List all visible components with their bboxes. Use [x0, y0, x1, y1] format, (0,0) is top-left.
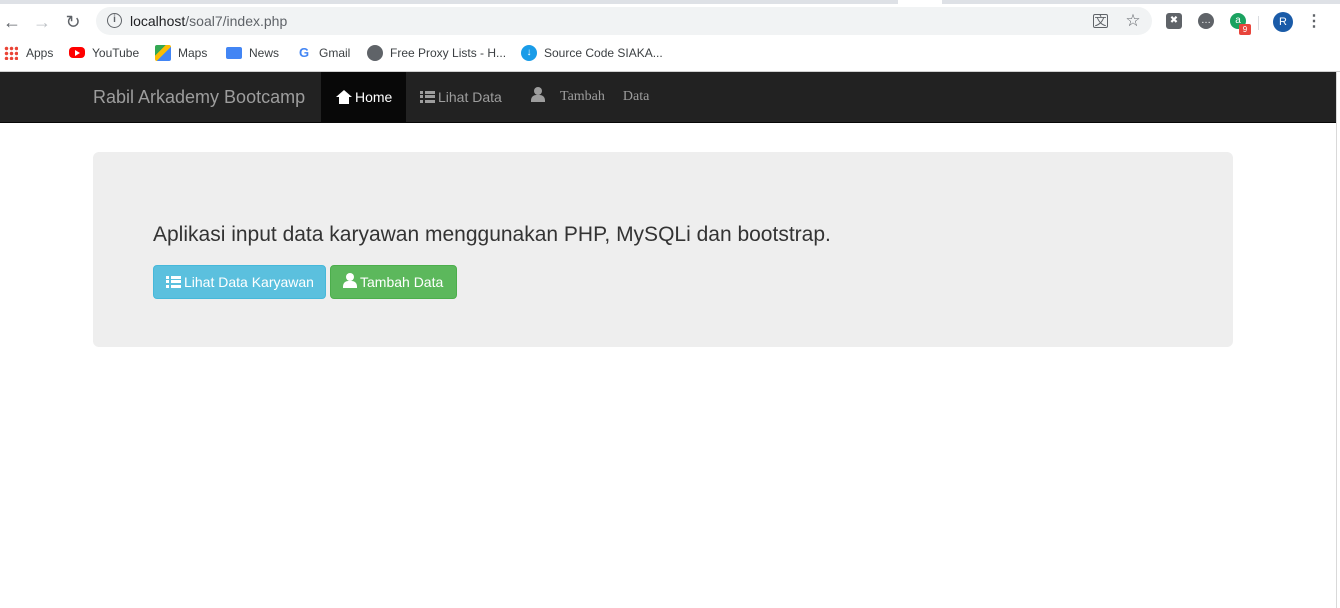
button-label: Lihat Data Karyawan — [184, 274, 314, 290]
bookmark-maps[interactable]: Maps — [155, 45, 207, 61]
back-arrow-icon[interactable]: ← — [2, 12, 22, 32]
bookmark-label: Source Code SIAKA... — [544, 46, 663, 60]
list-icon — [166, 275, 181, 288]
navbar-brand[interactable]: Rabil Arkademy Bootcamp — [93, 87, 305, 107]
bookmark-free-proxy[interactable]: Free Proxy Lists - H... — [367, 45, 506, 61]
bookmark-star-icon[interactable]: ☆ — [1125, 12, 1141, 29]
bookmark-label: Free Proxy Lists - H... — [390, 46, 507, 60]
nav-item-lihat-data[interactable]: Lihat Data — [406, 72, 502, 122]
reload-icon[interactable]: ↻ — [63, 12, 83, 32]
google-g-icon: G — [298, 45, 310, 60]
bookmark-youtube[interactable]: YouTube — [69, 45, 139, 61]
download-icon: ↓ — [521, 45, 537, 61]
user-icon — [343, 273, 357, 289]
apps-grid-icon — [4, 46, 18, 60]
list-icon — [420, 90, 435, 103]
bookmarks-bar: Apps YouTube Maps News G Gmail Free Proxy… — [0, 38, 1340, 68]
translate-icon[interactable]: 文 — [1093, 14, 1108, 28]
nav-item-label: Lihat Data — [438, 89, 502, 105]
nav-item-home[interactable]: Home — [321, 72, 406, 122]
bookmark-gmail[interactable]: G Gmail — [296, 45, 350, 61]
nav-item-label: Home — [355, 89, 393, 105]
url-path: /soal7/index.php — [185, 13, 288, 29]
bookmark-label: Gmail — [319, 46, 351, 60]
forward-arrow-icon[interactable]: → — [32, 12, 52, 32]
bookmark-source-code[interactable]: ↓ Source Code SIAKA... — [521, 45, 663, 61]
bookmark-label: Apps — [26, 46, 54, 60]
browser-toolbar: ← → ↻ i localhost/soal7/index.php 文 ☆ ✖ … — [0, 4, 1340, 38]
extension-icon[interactable]: ✖ — [1166, 13, 1182, 29]
news-icon — [226, 47, 242, 59]
home-icon — [336, 89, 352, 104]
jumbotron-lead: Aplikasi input data karyawan menggunakan… — [153, 223, 831, 246]
url-host: localhost — [130, 13, 186, 29]
bookmark-label: YouTube — [92, 46, 140, 60]
extension-badge: 9 — [1239, 24, 1251, 35]
address-bar[interactable]: i localhost/soal7/index.php 文 ☆ — [96, 7, 1152, 35]
youtube-icon — [69, 47, 85, 58]
chat-extension-icon[interactable]: … — [1198, 13, 1214, 29]
nav-item-label-word1: Tambah — [560, 89, 605, 104]
url-text[interactable]: localhost/soal7/index.php — [130, 13, 287, 29]
user-icon — [531, 86, 545, 102]
bookmark-label: Maps — [178, 46, 208, 60]
bookmark-apps[interactable]: Apps — [2, 45, 53, 61]
site-navbar: Rabil Arkademy Bootcamp Home Lihat Data … — [0, 72, 1336, 123]
more-menu-icon[interactable]: ⋮ — [1306, 11, 1322, 33]
nav-item-tambah-data[interactable]: Tambah Data — [517, 72, 649, 122]
toolbar-separator — [1258, 16, 1259, 30]
bookmark-label: News — [249, 46, 280, 60]
site-info-icon[interactable]: i — [107, 13, 122, 28]
jumbotron: Aplikasi input data karyawan menggunakan… — [93, 152, 1233, 347]
bookmark-news[interactable]: News — [226, 45, 279, 61]
tambah-data-button[interactable]: Tambah Data — [330, 265, 457, 299]
profile-avatar[interactable]: R — [1273, 12, 1293, 32]
page-right-edge — [1336, 72, 1337, 608]
button-label: Tambah Data — [360, 274, 444, 290]
nav-item-label-word2: Data — [622, 89, 650, 104]
lihat-data-karyawan-button[interactable]: Lihat Data Karyawan — [153, 265, 326, 299]
globe-icon — [367, 45, 383, 61]
maps-icon — [155, 45, 171, 61]
